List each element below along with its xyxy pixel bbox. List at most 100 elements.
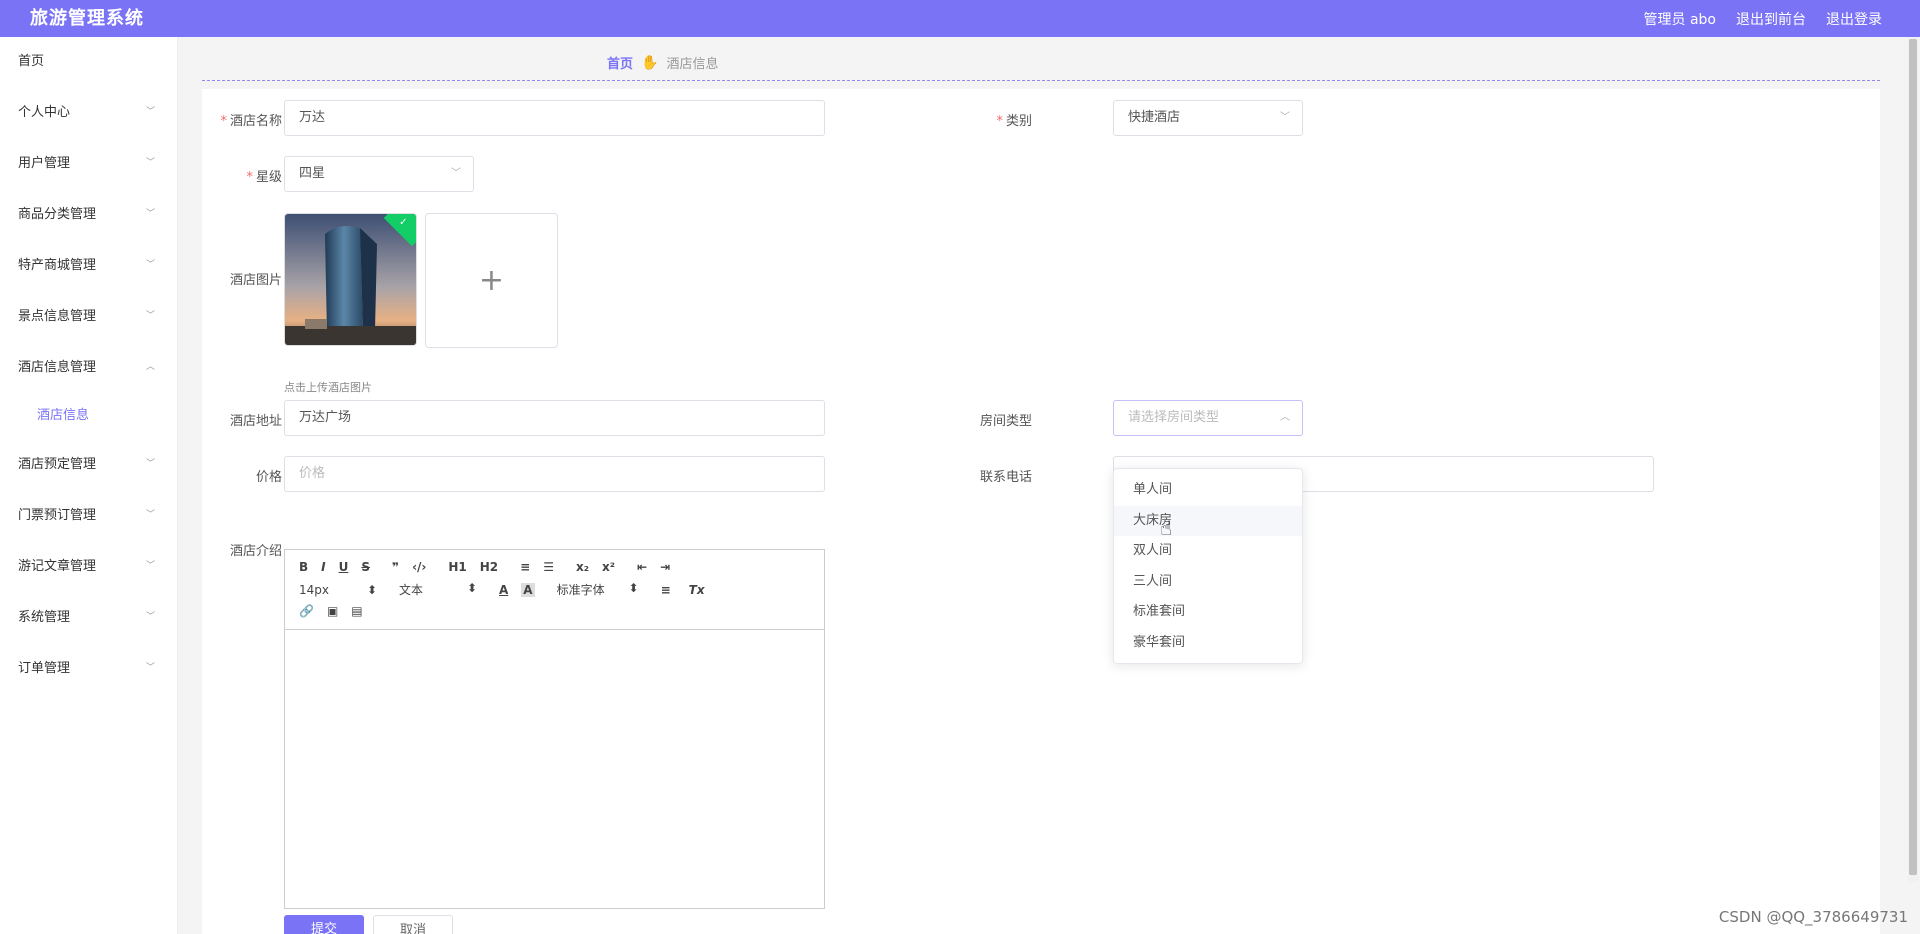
- sidebar-item-label: 首页: [18, 54, 45, 69]
- link-icon[interactable]: 🔗: [299, 604, 314, 618]
- hotel-form: * 酒店名称 万达 * 类别 快捷酒店 ﹀ * 星级 四星 ﹀ 酒店图片 ✓ +…: [202, 89, 1880, 934]
- sidebar-item-order-mgmt[interactable]: 订单管理 ﹀: [0, 643, 177, 694]
- hand-icon: ✋: [641, 54, 659, 71]
- sidebar-item-hotel-mgmt[interactable]: 酒店信息管理 ︿: [0, 342, 177, 393]
- align-button[interactable]: ≡: [661, 583, 671, 597]
- chevron-down-icon: ﹀: [145, 612, 155, 622]
- quote-button[interactable]: ❞: [392, 560, 399, 574]
- price-label: 价格: [255, 470, 282, 485]
- hotel-name-label: * 酒店名称: [220, 114, 282, 129]
- toolbar-row-2: 14px ⬍ 文本 ⬍ A A 标准字体 ⬍ ≡ Tx: [299, 581, 718, 598]
- price-input[interactable]: 价格: [284, 456, 825, 492]
- room-type-dropdown: 单人间 大床房 双人间 三人间 标准套间 豪华套间: [1113, 468, 1303, 664]
- sidebar-item-category-mgmt[interactable]: 商品分类管理 ﹀: [0, 189, 177, 240]
- sidebar-item-label: 用户管理: [18, 156, 71, 171]
- vertical-scrollbar[interactable]: [1908, 37, 1918, 882]
- indent-button[interactable]: ⇥: [660, 560, 670, 574]
- chevron-down-icon: ﹀: [145, 209, 155, 219]
- logout-link[interactable]: 退出登录: [1826, 9, 1882, 29]
- toolbar-row-3: 🔗 ▣ ▤: [299, 604, 376, 618]
- address-input[interactable]: 万达广场: [284, 400, 825, 436]
- subscript-button[interactable]: x₂: [576, 560, 589, 574]
- phone-label: 联系电话: [979, 470, 1032, 485]
- category-select[interactable]: 快捷酒店 ﹀: [1113, 100, 1303, 136]
- chevron-up-icon: ︿: [145, 362, 155, 372]
- sidebar-item-label: 门票预订管理: [18, 508, 97, 523]
- strike-button[interactable]: S: [361, 560, 370, 574]
- chevron-down-icon: ﹀: [145, 158, 155, 168]
- sidebar-item-hotel-booking[interactable]: 酒店预定管理 ﹀: [0, 439, 177, 490]
- star-select[interactable]: 四星 ﹀: [284, 156, 474, 192]
- sidebar-item-personal-center[interactable]: 个人中心 ﹀: [0, 87, 177, 138]
- editor-toolbar: B I U S ❞ ‹/› H1 H2 ≡ ☰ x₂ x² ⇤ ⇥ 14px⬍: [285, 550, 824, 630]
- background-color-button[interactable]: A: [521, 582, 535, 597]
- sidebar-item-scenic-mgmt[interactable]: 景点信息管理 ﹀: [0, 291, 177, 342]
- video-icon[interactable]: ▤: [351, 604, 362, 618]
- hotel-image-thumbnail[interactable]: ✓: [284, 213, 417, 346]
- sidebar-item-system-mgmt[interactable]: 系统管理 ﹀: [0, 592, 177, 643]
- room-type-select[interactable]: 请选择房间类型 ︿: [1113, 400, 1303, 436]
- image-label: 酒店图片: [229, 273, 282, 288]
- h2-button[interactable]: H2: [480, 560, 498, 574]
- rich-text-editor: B I U S ❞ ‹/› H1 H2 ≡ ☰ x₂ x² ⇤ ⇥ 14px⬍: [284, 549, 825, 909]
- breadcrumb: 首页 ✋ 酒店信息: [607, 53, 718, 73]
- sidebar-subitem-hotel-info[interactable]: 酒店信息: [0, 393, 177, 439]
- breadcrumb-home[interactable]: 首页: [607, 53, 633, 72]
- bullet-list-button[interactable]: ☰: [543, 560, 554, 574]
- sidebar-item-ticket-booking[interactable]: 门票预订管理 ﹀: [0, 490, 177, 541]
- star-label: * 星级: [246, 170, 282, 185]
- chevron-down-icon: ﹀: [145, 260, 155, 270]
- address-label: 酒店地址: [229, 414, 282, 429]
- header-actions: 管理员 abo 退出到前台 退出登录: [1644, 0, 1882, 37]
- sidebar-item-user-mgmt[interactable]: 用户管理 ﹀: [0, 138, 177, 189]
- chevron-down-icon: ﹀: [145, 107, 155, 117]
- hotel-name-input[interactable]: 万达: [284, 100, 825, 136]
- intro-label: 酒店介绍: [229, 544, 282, 559]
- outdent-button[interactable]: ⇤: [637, 560, 647, 574]
- font-color-button[interactable]: A: [499, 583, 508, 597]
- dropdown-option[interactable]: 三人间: [1114, 567, 1302, 598]
- hotel-photo: [285, 214, 416, 345]
- sidebar-item-label: 酒店信息管理: [18, 360, 97, 375]
- hand-cursor-icon: ☝: [1160, 516, 1173, 540]
- font-family-select[interactable]: 标准字体 ⬍: [557, 581, 639, 598]
- updown-icon: ⬍: [466, 581, 477, 595]
- underline-button[interactable]: U: [339, 560, 349, 574]
- dropdown-option[interactable]: 单人间: [1114, 475, 1302, 506]
- clear-format-button[interactable]: Tx: [689, 583, 705, 597]
- toolbar-row-1: B I U S ❞ ‹/› H1 H2 ≡ ☰ x₂ x² ⇤ ⇥: [299, 560, 683, 574]
- top-header: 旅游管理系统 管理员 abo 退出到前台 退出登录: [0, 0, 1920, 37]
- chevron-down-icon: ﹀: [145, 663, 155, 673]
- header-select[interactable]: 文本 ⬍: [399, 581, 477, 598]
- bold-button[interactable]: B: [299, 560, 308, 574]
- submit-button[interactable]: 提交: [284, 915, 364, 934]
- sidebar-item-mall-mgmt[interactable]: 特产商城管理 ﹀: [0, 240, 177, 291]
- add-image-button[interactable]: +: [425, 213, 558, 348]
- image-icon[interactable]: ▣: [327, 604, 338, 618]
- cancel-button[interactable]: 取消: [373, 915, 453, 934]
- chevron-down-icon: ﹀: [145, 311, 155, 321]
- ordered-list-button[interactable]: ≡: [520, 560, 530, 574]
- italic-button[interactable]: I: [321, 560, 325, 574]
- dropdown-option[interactable]: 豪华套间: [1114, 628, 1302, 659]
- h1-button[interactable]: H1: [448, 560, 466, 574]
- scrollbar-thumb[interactable]: [1909, 39, 1917, 875]
- sidebar-item-label: 订单管理: [18, 661, 71, 676]
- editor-content-area[interactable]: [285, 630, 824, 908]
- updown-icon: ⬍: [366, 582, 377, 597]
- upload-hint: 点击上传酒店图片: [284, 381, 372, 394]
- font-size-select[interactable]: 14px ⬍: [299, 583, 377, 597]
- superscript-button[interactable]: x²: [602, 560, 615, 574]
- chevron-down-icon: ﹀: [1280, 112, 1290, 123]
- admin-user-label[interactable]: 管理员 abo: [1644, 9, 1716, 29]
- sidebar-item-label: 特产商城管理: [18, 258, 97, 273]
- plus-icon: +: [478, 263, 505, 298]
- dropdown-option[interactable]: 大床房: [1114, 505, 1302, 536]
- sidebar-item-travel-notes[interactable]: 游记文章管理 ﹀: [0, 541, 177, 592]
- dropdown-option[interactable]: 标准套间: [1114, 597, 1302, 628]
- sidebar-item-home[interactable]: 首页: [0, 37, 177, 87]
- exit-to-frontend-link[interactable]: 退出到前台: [1736, 9, 1806, 29]
- dropdown-option[interactable]: 双人间: [1114, 536, 1302, 567]
- updown-icon: ⬍: [628, 581, 639, 595]
- code-button[interactable]: ‹/›: [412, 560, 426, 574]
